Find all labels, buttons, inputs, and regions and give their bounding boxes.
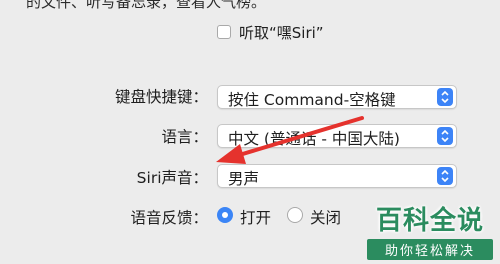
watermark-title: 百科全说 xyxy=(375,206,484,236)
watermark-logo: 百科全说 助你轻松解决 xyxy=(367,200,493,260)
watermark-subtitle: 助你轻松解决 xyxy=(367,239,493,260)
